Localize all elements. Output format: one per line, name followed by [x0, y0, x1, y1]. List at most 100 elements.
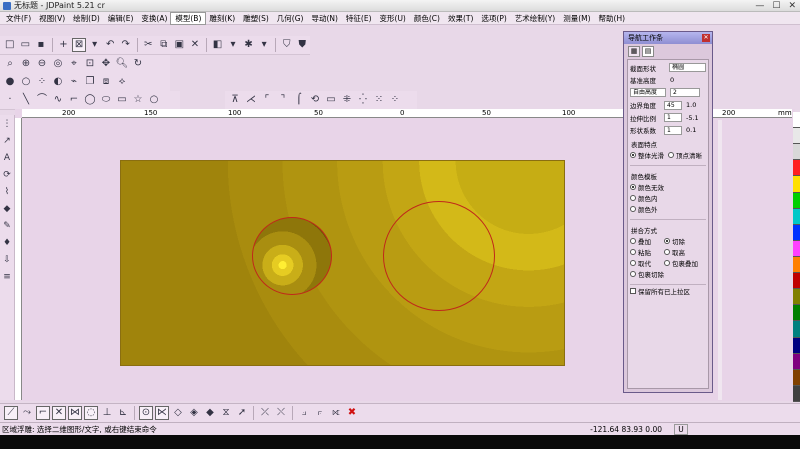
save-icon[interactable]: ▪ [34, 38, 48, 52]
menu-feature[interactable]: 特征(E) [342, 13, 376, 24]
wire-icon[interactable]: ⌁ [67, 75, 81, 89]
cut-line-icon[interactable]: ⤫ [258, 406, 272, 420]
base-height-value[interactable]: 0 [670, 76, 674, 84]
menu-effect[interactable]: 效果(T) [444, 13, 477, 24]
perpendicular-icon[interactable]: ⊥ [100, 406, 114, 420]
rotate-view-icon[interactable]: ⟳ [0, 168, 14, 182]
color-swatch[interactable] [793, 224, 800, 241]
arrow-icon[interactable]: ➚ [235, 406, 249, 420]
fill-icon[interactable]: ◆ [0, 202, 14, 216]
menu-engrave[interactable]: 雕刻(K) [205, 13, 239, 24]
menu-sweep[interactable]: 导动(N) [307, 13, 341, 24]
fillet-tool-icon[interactable]: ⋌ [244, 93, 258, 107]
delete-icon[interactable]: ✕ [188, 38, 202, 52]
circle-icon[interactable]: ◯ [83, 93, 97, 107]
join-icon[interactable]: ⋈ [68, 406, 82, 420]
star-icon[interactable]: ☆ [131, 93, 145, 107]
color-swatch[interactable] [793, 337, 800, 354]
zoom-window-icon[interactable]: ⌖ [67, 57, 81, 71]
menu-measure[interactable]: 测量(M) [559, 13, 594, 24]
color-swatch[interactable] [793, 353, 800, 370]
nav-tab-doc[interactable]: ▤ [642, 46, 654, 57]
minimize-button[interactable]: — [755, 1, 764, 11]
color-swatch[interactable] [793, 208, 800, 225]
round-icon[interactable]: ◌ [84, 406, 98, 420]
break-icon[interactable]: ✕ [52, 406, 66, 420]
chamfer-icon[interactable]: ⟔ [313, 406, 327, 420]
dropdown-arrow-icon[interactable]: ▾ [88, 38, 102, 52]
redo-icon[interactable]: ↷ [119, 38, 133, 52]
color-swatch[interactable] [793, 321, 800, 338]
pour-icon[interactable]: ♦ [0, 236, 14, 250]
crosshair-icon[interactable]: + [57, 38, 71, 52]
flat-tool-icon[interactable]: ▭ [324, 93, 338, 107]
shade-icon[interactable]: ◐ [51, 75, 65, 89]
ellipse-icon[interactable]: ⬭ [99, 93, 113, 107]
dropdown-arrow-icon[interactable]: ▾ [257, 38, 271, 52]
radio-merge-wrap-cut[interactable] [630, 271, 636, 277]
sweep-tool-icon[interactable]: ⌠ [292, 93, 306, 107]
color-swatch[interactable] [793, 240, 800, 257]
color-swatch[interactable] [793, 385, 800, 402]
color-swatch[interactable] [793, 192, 800, 209]
paint-bucket-icon[interactable]: ◧ [211, 38, 225, 52]
radio-smooth[interactable] [630, 152, 636, 158]
radio-color-inside[interactable] [630, 195, 636, 201]
shield-filled-icon[interactable]: ⛊ [296, 38, 310, 52]
pattern-tool-icon[interactable]: ⁜ [340, 93, 354, 107]
menu-color[interactable]: 颜色(C) [410, 13, 444, 24]
cut-icon[interactable]: ✂ [142, 38, 156, 52]
menu-transform[interactable]: 变换(A) [137, 13, 171, 24]
node-edit-icon[interactable]: ↗ [0, 134, 14, 148]
refresh-icon[interactable]: ↻ [131, 57, 145, 71]
render-icon[interactable]: ⟡ [115, 75, 129, 89]
new-file-icon[interactable]: □ [3, 38, 17, 52]
shape-factor-input[interactable]: 1 [664, 125, 682, 135]
border-angle-input[interactable]: 45 [664, 100, 682, 110]
cut-line-2-icon[interactable]: ⤬ [274, 406, 288, 420]
corner-2-tool-icon[interactable]: ⌝ [276, 93, 290, 107]
line-edit-icon[interactable]: ⟋ [4, 406, 18, 420]
rectangle-icon[interactable]: ▭ [115, 93, 129, 107]
nav-tab-params[interactable]: ▦ [628, 46, 640, 57]
radio-merge-add[interactable] [630, 238, 636, 244]
layers-icon[interactable]: ❐ [83, 75, 97, 89]
light-bulb-2-icon[interactable]: ○ [19, 75, 33, 89]
color-swatch[interactable] [793, 369, 800, 386]
pan-icon[interactable]: ✥ [99, 57, 113, 71]
small-circle-relief[interactable] [252, 217, 332, 295]
diamond-3-icon[interactable]: ◆ [203, 406, 217, 420]
curve-icon[interactable]: ⌇ [0, 185, 14, 199]
large-circle-outline[interactable] [383, 201, 495, 311]
radio-merge-wrap-add[interactable] [664, 260, 670, 266]
maximize-button[interactable]: ☐ [772, 1, 780, 11]
snap-node-icon[interactable]: ⋉ [155, 406, 169, 420]
menu-geometry[interactable]: 几何(G) [273, 13, 308, 24]
text-icon[interactable]: A [0, 151, 14, 165]
mirror-icon[interactable]: ⧖ [219, 406, 233, 420]
layers-2-icon[interactable]: ⧈ [99, 75, 113, 89]
cancel-red-icon[interactable]: ✖ [345, 406, 359, 420]
color-swatch[interactable] [793, 160, 800, 177]
select-box-icon[interactable]: ⊠ [72, 38, 86, 52]
relief-tool-icon[interactable]: ⊼ [228, 93, 242, 107]
pattern-4-tool-icon[interactable]: ⁘ [388, 93, 402, 107]
keep-region-checkbox[interactable] [630, 287, 636, 294]
offset-icon[interactable]: ⟖ [329, 406, 343, 420]
extend-icon[interactable]: ⌐ [36, 406, 50, 420]
zoom-fit-icon[interactable]: ◎ [51, 57, 65, 71]
relief-model[interactable] [120, 160, 565, 366]
vertical-scrollbar[interactable] [718, 120, 722, 400]
nav-close-icon[interactable]: ✕ [702, 34, 710, 42]
zoom-all-icon[interactable]: ⊡ [83, 57, 97, 71]
diamond-2-icon[interactable]: ◈ [187, 406, 201, 420]
copy-icon[interactable]: ⧉ [157, 38, 171, 52]
tangent-icon[interactable]: ⊾ [116, 406, 130, 420]
menu-deform[interactable]: 变形(U) [376, 13, 410, 24]
pattern-2-tool-icon[interactable]: ⁛ [356, 93, 370, 107]
dropdown-arrow-icon[interactable]: ▾ [226, 38, 240, 52]
polyline-icon[interactable]: ⌐ [67, 93, 81, 107]
color-swatch[interactable] [793, 256, 800, 274]
trim-icon[interactable]: ⤳ [20, 406, 34, 420]
close-window-button[interactable]: ✕ [788, 1, 796, 11]
